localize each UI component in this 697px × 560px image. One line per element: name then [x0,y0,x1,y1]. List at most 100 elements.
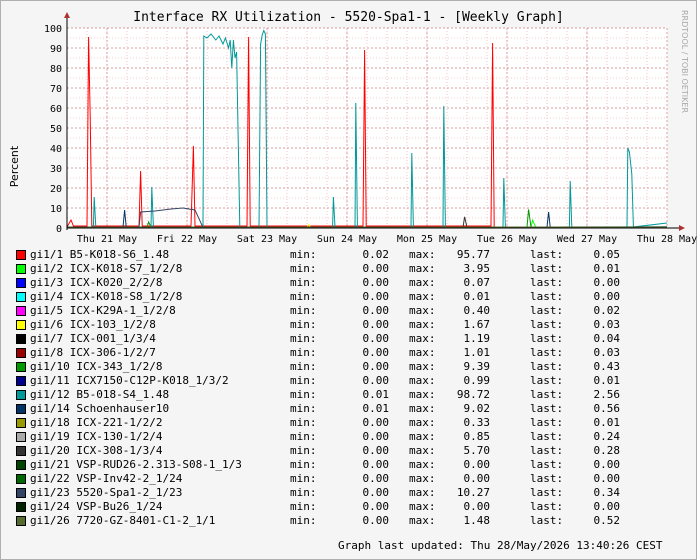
legend-row: gi1/21 VSP-RUD26-2.313-S08-1_1/3 min: 0.00… [16,458,686,472]
legend-last-value: 0.52 [593,514,621,527]
legend-row: gi1/11 ICX7150-C12P-K018_1/3/2 min: 0.00 ma… [16,374,686,388]
legend-max-label: max: [409,472,436,485]
legend-min-value: 0.00 [362,430,390,443]
y-axis-arrow [64,12,70,18]
legend-last-value: 0.01 [593,416,621,429]
x-tick-label: Sat 23 May [237,234,297,245]
y-tick-label: 30 [50,164,62,175]
legend-swatch [16,432,26,442]
legend-min-value: 0.00 [362,276,390,289]
legend-min-value: 0.02 [362,248,390,261]
legend-row: gi1/23 5520-Spa1-2_1/23 min: 0.00 max: 10.27… [16,486,686,500]
legend-row: gi1/4 ICX-K018-S8_1/2/8 min: 0.00 max: 0.01 l… [16,290,686,304]
legend-row: gi1/20 ICX-308-1/3/4 min: 0.00 max: 5.70 last… [16,444,686,458]
legend-max-label: max: [409,500,436,513]
legend-min-label: min: [290,346,317,359]
y-tick-label: 0 [56,224,62,235]
legend-row: gi1/8 ICX-306-1/2/7 min: 0.00 max: 1.01 last:… [16,346,686,360]
legend-last-value: 0.00 [593,458,621,471]
legend-max-value: 95.77 [456,248,490,261]
legend-max-label: max: [409,332,436,345]
legend-row: gi1/5 ICX-K29A-1_1/2/8 min: 0.00 max: 0.40 la… [16,304,686,318]
legend-swatch [16,404,26,414]
legend-series-name: gi1/8 ICX-306-1/2/7 [30,346,156,359]
x-axis-arrow [679,225,685,231]
legend-series-name: gi1/11 ICX7150-C12P-K018_1/3/2 [30,374,229,387]
legend-swatch [16,264,26,274]
legend-last-label: last: [530,458,564,471]
legend-min-value: 0.00 [362,444,390,457]
legend-max-value: 0.40 [463,304,491,317]
legend-row: gi1/6 ICX-103_1/2/8 min: 0.00 max: 1.67 last:… [16,318,686,332]
legend-min-label: min: [290,332,317,345]
x-tick-label: Thu 28 May [637,234,697,245]
legend-last-label: last: [530,500,564,513]
legend-last-label: last: [530,514,564,527]
legend-last-label: last: [530,402,564,415]
legend-last-value: 0.02 [593,304,621,317]
legend-row: gi1/22 VSP-Inv42-2_1/24 min: 0.00 max: 0.00 l… [16,472,686,486]
legend-max-value: 1.67 [463,318,491,331]
legend-max-label: max: [409,360,436,373]
legend-swatch [16,348,26,358]
legend-min-label: min: [290,276,317,289]
legend-swatch [16,320,26,330]
legend-min-label: min: [290,472,317,485]
legend-max-value: 0.33 [463,416,491,429]
legend-min-value: 0.00 [362,360,390,373]
legend-last-label: last: [530,304,564,317]
legend-swatch [16,488,26,498]
legend-max-value: 98.72 [456,388,490,401]
legend-min-label: min: [290,416,317,429]
legend-row: gi1/12 B5-018-S4_1.48 min: 0.01 max: 98.72 la… [16,388,686,402]
x-tick-label: Sun 24 May [317,234,377,245]
legend-min-value: 0.00 [362,346,390,359]
legend-row: gi1/19 ICX-130-1/2/4 min: 0.00 max: 0.85 last… [16,430,686,444]
legend-last-value: 0.43 [593,360,621,373]
legend-max-label: max: [409,444,436,457]
legend-min-label: min: [290,290,317,303]
legend-last-label: last: [530,444,564,457]
x-tick-label: Mon 25 May [397,234,457,245]
legend-max-value: 0.01 [463,290,491,303]
legend-max-value: 3.95 [463,262,491,275]
legend-min-value: 0.00 [362,500,390,513]
y-tick-label: 60 [50,104,62,115]
legend-swatch [16,362,26,372]
legend-last-value: 0.34 [593,486,621,499]
legend-last-value: 0.04 [593,332,621,345]
legend-max-value: 10.27 [456,486,490,499]
legend-min-label: min: [290,388,317,401]
legend-min-label: min: [290,486,317,499]
legend-swatch [16,278,26,288]
legend-last-value: 0.03 [593,318,621,331]
legend-series-name: gi1/2 ICX-K018-S7_1/2/8 [30,262,183,275]
legend-last-value: 0.00 [593,290,621,303]
chart-canvas: 0 10 20 30 40 50 60 70 80 90 100 Thu 21 May Fri 22 M… [44,12,697,245]
legend-max-value: 0.99 [463,374,491,387]
legend-min-label: min: [290,458,317,471]
y-tick-label: 90 [50,44,62,55]
legend-min-value: 0.00 [362,290,390,303]
legend-series-name: gi1/23 5520-Spa1-2_1/23 [30,486,183,499]
x-tick-label: Wed 27 May [557,234,617,245]
legend-min-value: 0.00 [362,304,390,317]
legend-min-value: 0.00 [362,374,390,387]
legend-last-label: last: [530,262,564,275]
legend-series-name: gi1/19 ICX-130-1/2/4 [30,430,163,443]
legend-min-value: 0.00 [362,416,390,429]
legend-min-value: 0.00 [362,332,390,345]
legend-max-value: 0.85 [463,430,491,443]
legend-series-name: gi1/1 B5-K018-S6_1.48 [30,248,170,261]
legend-row: gi1/3 ICX-K020_2/2/8 min: 0.00 max: 0.07 last… [16,276,686,290]
legend-max-label: max: [409,276,436,289]
legend-last-value: 0.28 [593,444,621,457]
legend-last-value: 0.00 [593,276,621,289]
legend-min-label: min: [290,248,317,261]
legend-max-label: max: [409,346,436,359]
legend-max-label: max: [409,318,436,331]
legend-row: gi1/26 7720-GZ-8401-C1-2_1/1 min: 0.00 max:… [16,514,686,528]
legend-max-label: max: [409,402,436,415]
legend-min-value: 0.00 [362,472,390,485]
legend-min-label: min: [290,304,317,317]
